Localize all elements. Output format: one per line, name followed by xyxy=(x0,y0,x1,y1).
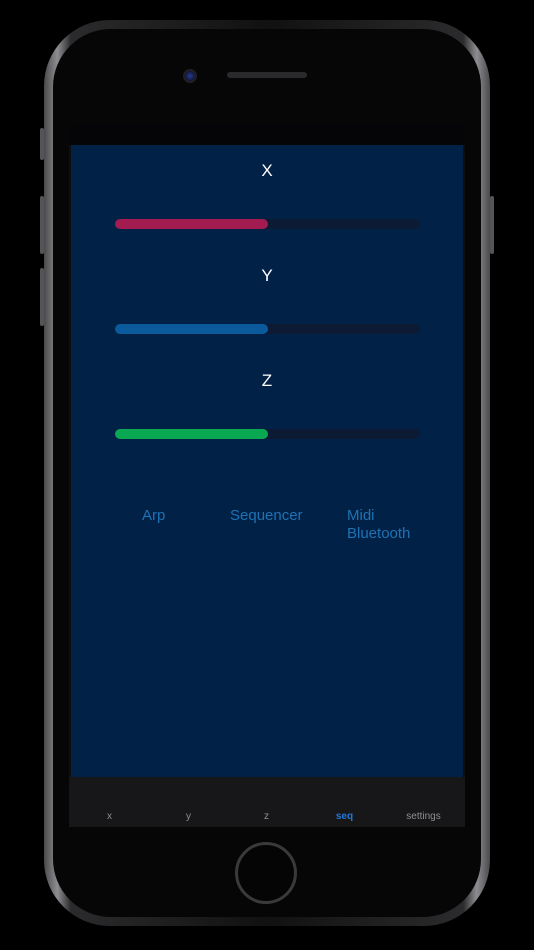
tab-z[interactable]: z xyxy=(227,811,306,822)
tab-seq[interactable]: seq xyxy=(305,811,384,822)
home-button[interactable] xyxy=(235,842,297,904)
main-content: X Y Z Arp Sequencer Midi Bluetooth xyxy=(71,145,463,777)
midi-label: Midi xyxy=(347,507,375,524)
app-screen: X Y Z Arp Sequencer Midi Bluetooth x y z… xyxy=(69,124,465,827)
tab-y[interactable]: y xyxy=(149,811,228,822)
y-axis-label: Y xyxy=(261,266,273,285)
x-slider[interactable] xyxy=(115,219,420,229)
bluetooth-label: Bluetooth xyxy=(347,525,411,542)
x-slider-fill xyxy=(115,219,268,229)
volume-down-button xyxy=(40,268,44,326)
z-axis-label: Z xyxy=(261,371,273,390)
power-button xyxy=(490,196,494,254)
z-slider[interactable] xyxy=(115,429,420,439)
z-slider-fill xyxy=(115,429,268,439)
x-axis-label: X xyxy=(261,161,273,180)
arp-button[interactable]: Arp xyxy=(142,507,165,525)
tab-bar: x y z seq settings xyxy=(69,777,465,827)
y-slider-fill xyxy=(115,324,268,334)
status-bar xyxy=(69,124,465,145)
y-slider[interactable] xyxy=(115,324,420,334)
front-camera-icon xyxy=(183,69,197,83)
tab-settings[interactable]: settings xyxy=(384,811,463,822)
tab-x[interactable]: x xyxy=(70,811,149,822)
sequencer-button[interactable]: Sequencer xyxy=(230,507,303,525)
earpiece-speaker xyxy=(227,72,307,78)
midi-bluetooth-button[interactable]: Midi Bluetooth xyxy=(347,507,410,543)
mute-switch xyxy=(40,128,44,160)
volume-up-button xyxy=(40,196,44,254)
